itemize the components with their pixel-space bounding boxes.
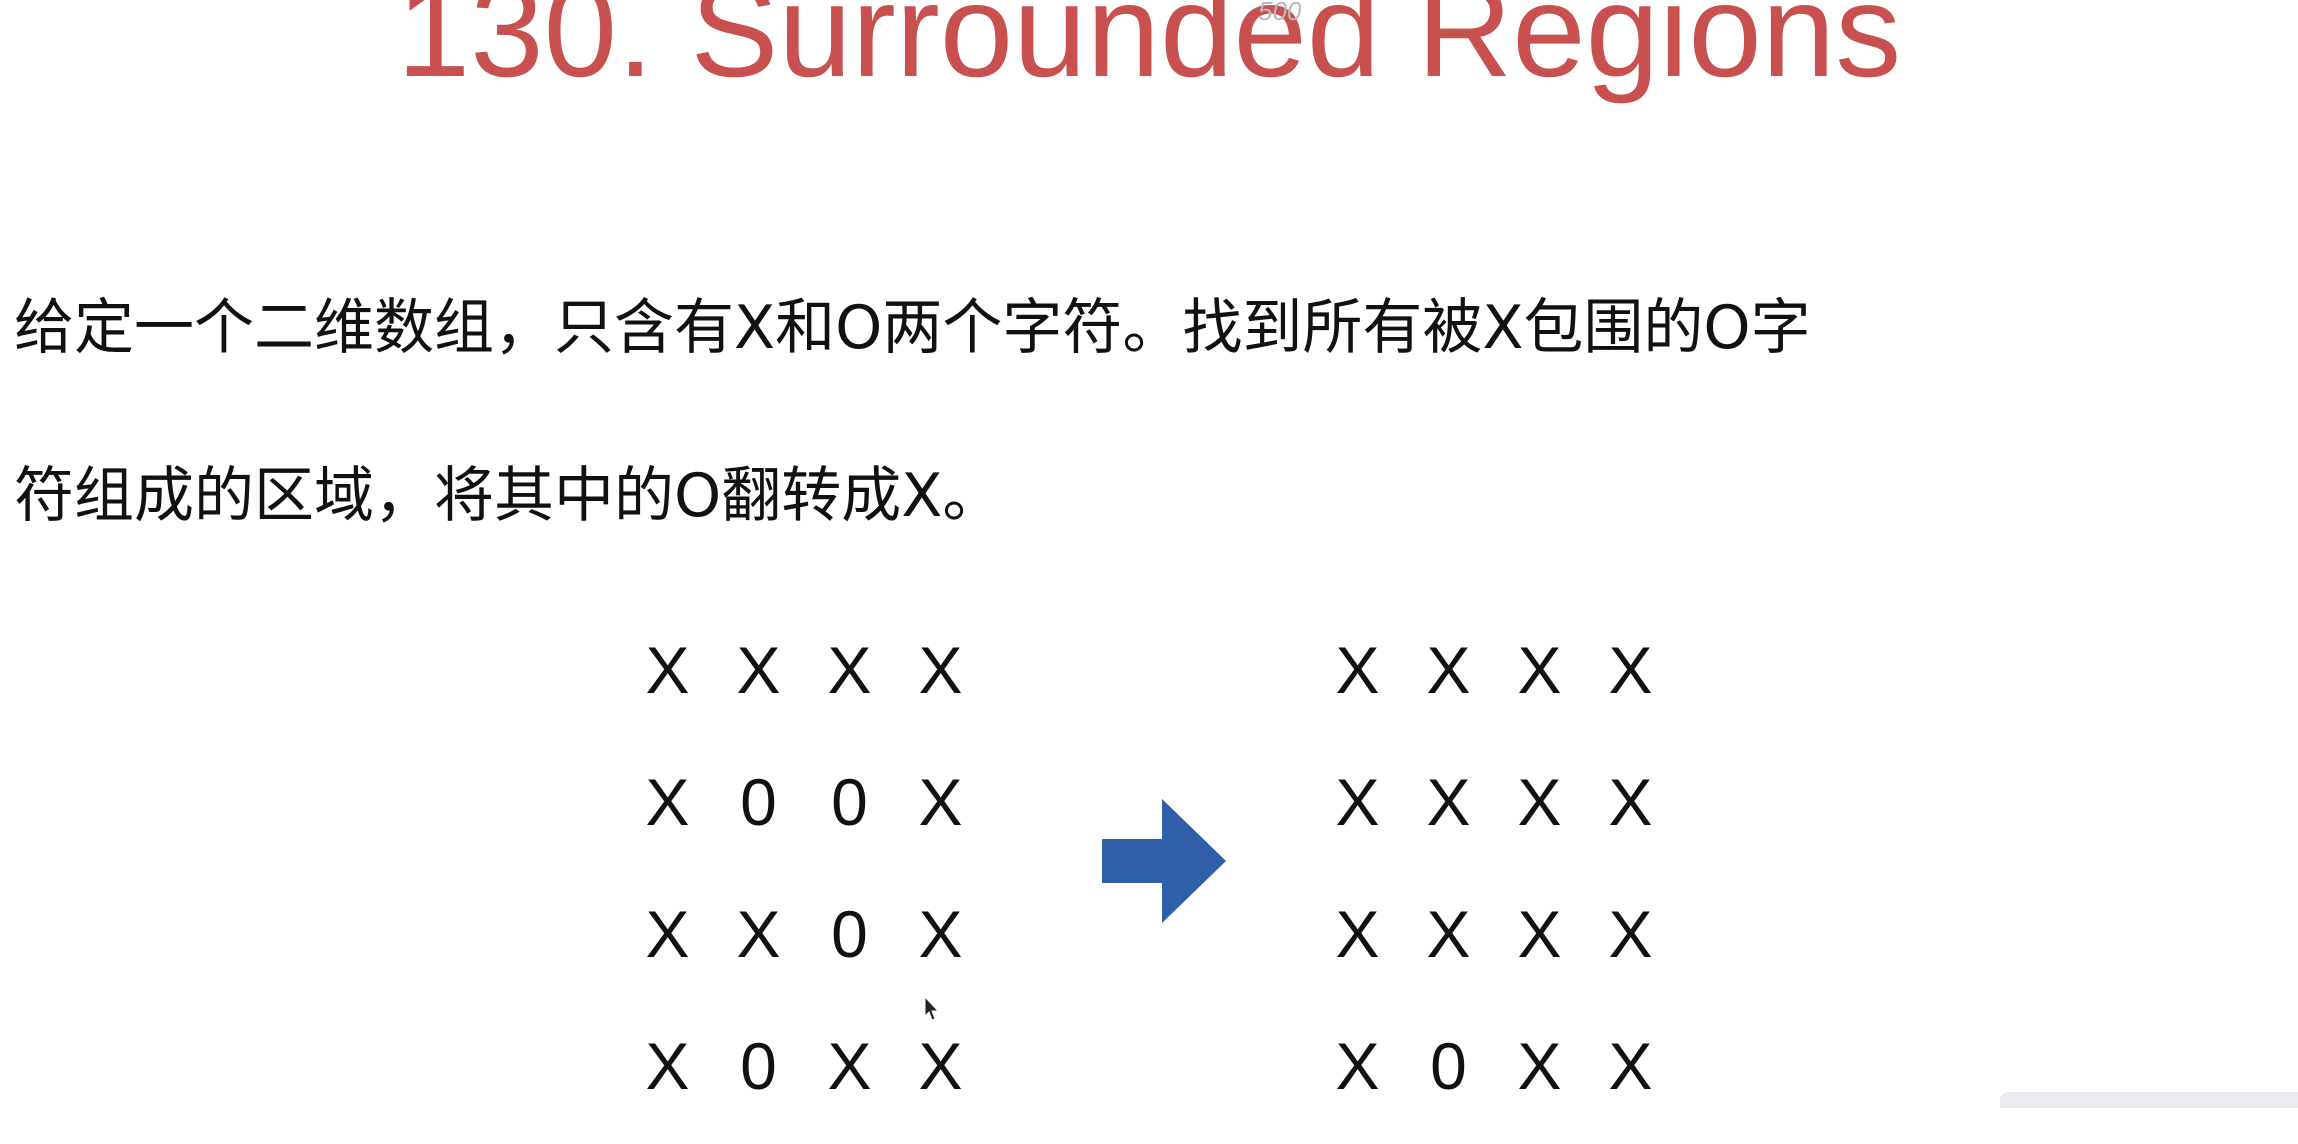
output-grid: XXXXXXXXXXXXX0XX: [1312, 604, 1652, 1144]
input-grid-cell: 0: [831, 765, 868, 839]
output-grid-cell: X: [1608, 633, 1653, 707]
description-line-2: 符组成的区域，将其中的O翻转成X。: [14, 461, 1003, 531]
input-grid-cell: X: [736, 897, 781, 971]
output-grid-cell: X: [1608, 765, 1653, 839]
input-grid-cell: 0: [740, 765, 777, 839]
output-grid-cell: X: [1608, 1029, 1653, 1103]
watermark: 500: [1258, 0, 1302, 26]
output-grid-cell: X: [1426, 765, 1471, 839]
input-grid-cell: X: [645, 633, 690, 707]
input-grid-cell: X: [827, 633, 872, 707]
input-grid-cell: X: [827, 1029, 872, 1103]
output-grid-cell: X: [1335, 1029, 1380, 1103]
mouse-cursor-icon: [924, 996, 940, 1021]
description-line-1: 给定一个二维数组，只含有X和O两个字符。找到所有被X包围的O字: [14, 293, 1811, 363]
output-grid-cell: X: [1517, 1029, 1562, 1103]
page-title: 130. Surrounded Regions: [396, 0, 1902, 104]
input-grid-cell: 0: [740, 1029, 777, 1103]
output-grid-cell: X: [1517, 765, 1562, 839]
input-grid-cell: X: [645, 765, 690, 839]
right-arrow-icon: [1102, 799, 1226, 923]
output-grid-cell: X: [1335, 897, 1380, 971]
input-grid-cell: 0: [831, 897, 868, 971]
input-grid-cell: X: [918, 633, 963, 707]
output-grid-cell: X: [1608, 897, 1653, 971]
output-grid-cell: X: [1335, 633, 1380, 707]
output-grid-cell: X: [1517, 897, 1562, 971]
input-grid-cell: X: [645, 1029, 690, 1103]
input-grid-cell: X: [918, 765, 963, 839]
input-grid-cell: X: [918, 897, 963, 971]
output-grid-cell: X: [1426, 897, 1471, 971]
input-grid-cell: X: [918, 1029, 963, 1103]
output-grid-cell: 0: [1430, 1029, 1467, 1103]
output-grid-cell: X: [1426, 633, 1471, 707]
input-grid-cell: X: [645, 897, 690, 971]
corner-bar: [2000, 1092, 2298, 1108]
input-grid: XXXXX00XXX0XX0XX: [622, 604, 962, 1144]
output-grid-cell: X: [1335, 765, 1380, 839]
output-grid-cell: X: [1517, 633, 1562, 707]
input-grid-cell: X: [736, 633, 781, 707]
